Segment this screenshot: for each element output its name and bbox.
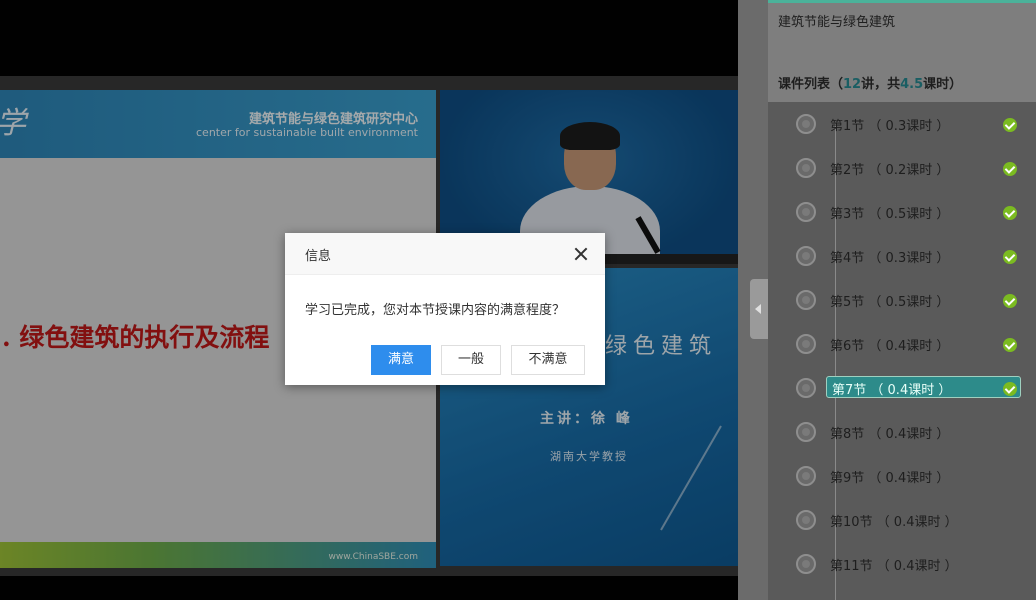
check-icon	[1003, 162, 1017, 176]
satisfied-button[interactable]: 满意	[371, 345, 431, 375]
lesson-label: 第5节 （ 0.5课时 ）	[830, 295, 950, 310]
dialog-header: 信息	[285, 233, 605, 275]
progress-dot-icon	[796, 554, 816, 574]
check-icon	[1003, 118, 1017, 132]
unsatisfied-button[interactable]: 不满意	[511, 345, 585, 375]
progress-dot-icon	[796, 422, 816, 442]
normal-button[interactable]: 一般	[441, 345, 501, 375]
lecture-count: 12	[843, 77, 862, 92]
lesson-item-3[interactable]: 第3节 （ 0.5课时 ）	[768, 202, 1036, 246]
lesson-item-11[interactable]: 第11节 （ 0.4课时 ）	[768, 554, 1036, 598]
course-header: 建筑节能与绿色建筑 课件列表（12讲，共4.5课时）	[768, 0, 1036, 102]
lesson-label: 第6节 （ 0.4课时 ）	[830, 339, 950, 354]
lesson-item-7[interactable]: 第7节 （ 0.4课时 ）	[768, 376, 1036, 422]
total-hours: 4.5	[900, 77, 924, 92]
lesson-label: 第10节 （ 0.4课时 ）	[830, 515, 958, 530]
lesson-label: 第4节 （ 0.3课时 ）	[830, 251, 950, 266]
lesson-item-8[interactable]: 第8节 （ 0.4课时 ）	[768, 422, 1036, 466]
progress-dot-icon	[796, 290, 816, 310]
lesson-item-1[interactable]: 第1节 （ 0.3课时 ）	[768, 114, 1036, 158]
lesson-label: 第11节 （ 0.4课时 ）	[830, 559, 958, 574]
check-icon	[1003, 250, 1017, 264]
lesson-item-5[interactable]: 第5节 （ 0.5课时 ）	[768, 290, 1036, 334]
progress-dot-icon	[796, 158, 816, 178]
lesson-label: 第2节 （ 0.2课时 ）	[830, 163, 950, 178]
lesson-item-9[interactable]: 第9节 （ 0.4课时 ）	[768, 466, 1036, 510]
close-icon[interactable]	[571, 244, 591, 264]
progress-dot-icon	[796, 466, 816, 486]
check-icon	[1003, 206, 1017, 220]
rating-dialog: 信息 学习已完成，您对本节授课内容的满意程度？ 满意 一般 不满意	[285, 233, 605, 385]
lesson-label: 第7节 （ 0.4课时 ）	[832, 383, 952, 398]
progress-dot-icon	[796, 378, 816, 398]
lesson-label: 第9节 （ 0.4课时 ）	[830, 471, 950, 486]
dialog-title: 信息	[305, 249, 332, 264]
progress-dot-icon	[796, 334, 816, 354]
check-icon	[1003, 382, 1017, 396]
list-label-suffix: 课时）	[923, 77, 963, 92]
dialog-message: 学习已完成，您对本节授课内容的满意程度？	[305, 303, 566, 318]
list-label-prefix: 课件列表（	[778, 77, 844, 92]
lesson-item-4[interactable]: 第4节 （ 0.3课时 ）	[768, 246, 1036, 290]
lesson-label: 第1节 （ 0.3课时 ）	[830, 119, 950, 134]
course-sidebar: 建筑节能与绿色建筑 课件列表（12讲，共4.5课时） 第1节 （ 0.3课时 ）…	[738, 0, 1036, 600]
check-icon	[1003, 338, 1017, 352]
sidebar-collapse-button[interactable]	[750, 279, 768, 339]
lesson-list-label: 课件列表（12讲，共4.5课时）	[778, 73, 962, 92]
list-label-middle: 讲，共	[861, 77, 901, 92]
check-icon	[1003, 294, 1017, 308]
lesson-item-10[interactable]: 第10节 （ 0.4课时 ）	[768, 510, 1036, 554]
progress-dot-icon	[796, 246, 816, 266]
course-player-page: 学 建筑节能与绿色建筑研究中心 center for sustainable b…	[0, 0, 1036, 600]
progress-dot-icon	[796, 202, 816, 222]
lesson-label: 第3节 （ 0.5课时 ）	[830, 207, 950, 222]
lesson-item-2[interactable]: 第2节 （ 0.2课时 ）	[768, 158, 1036, 202]
lesson-panel: 建筑节能与绿色建筑 课件列表（12讲，共4.5课时） 第1节 （ 0.3课时 ）…	[768, 0, 1036, 600]
lesson-item-6[interactable]: 第6节 （ 0.4课时 ）	[768, 334, 1036, 378]
lesson-label: 第8节 （ 0.4课时 ）	[830, 427, 950, 442]
course-title: 建筑节能与绿色建筑	[778, 15, 896, 30]
progress-dot-icon	[796, 114, 816, 134]
progress-dot-icon	[796, 510, 816, 530]
